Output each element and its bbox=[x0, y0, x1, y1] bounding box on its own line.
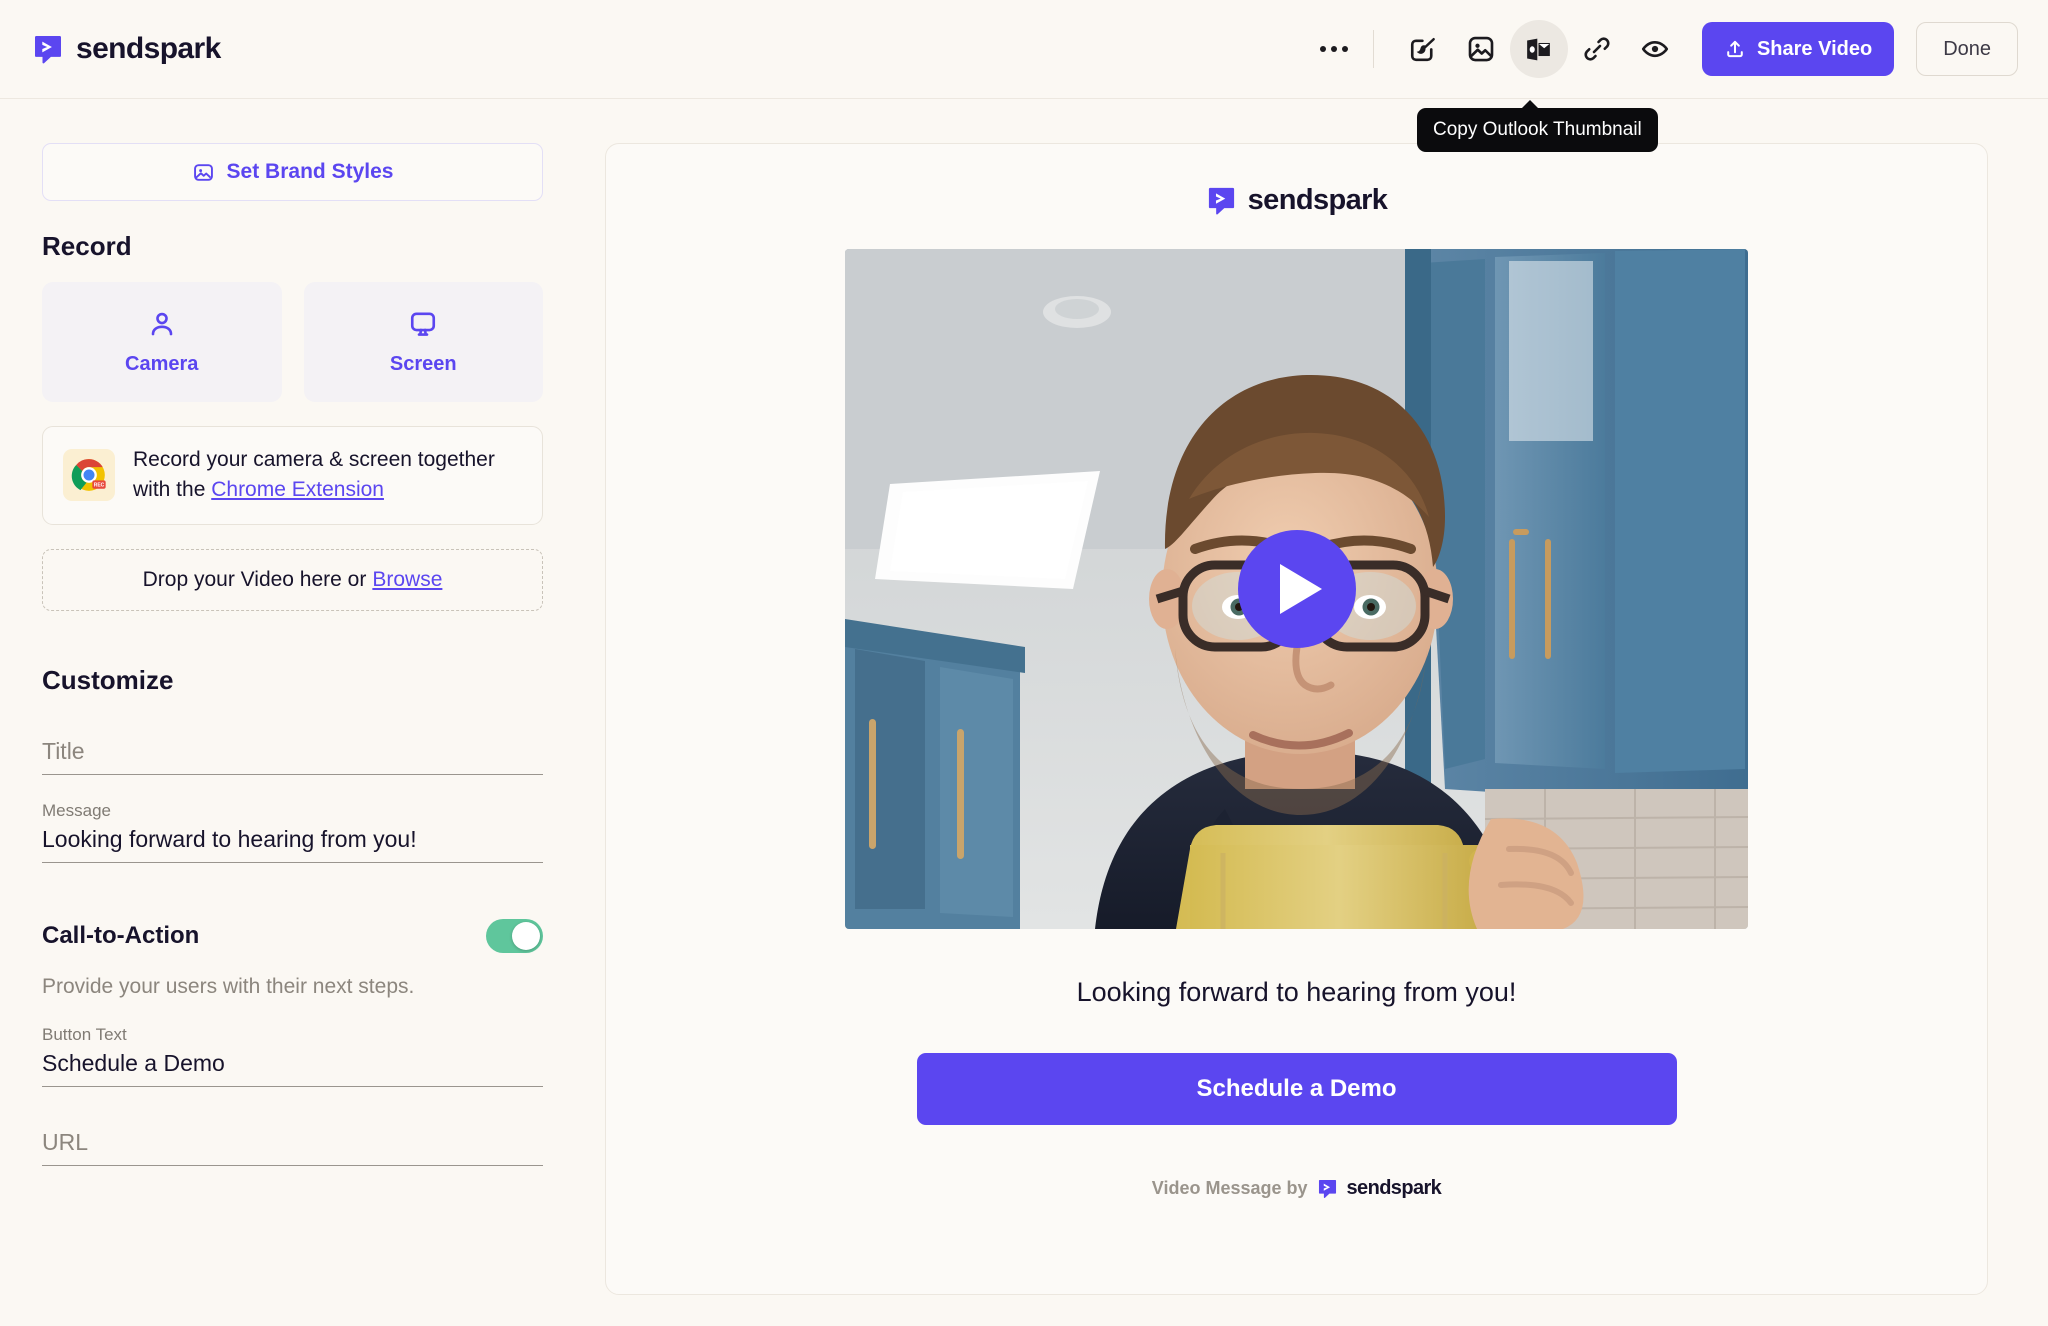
button-text-field[interactable]: Button Text Schedule a Demo bbox=[42, 1025, 543, 1087]
chrome-extension-text: Record your camera & screen together wit… bbox=[133, 445, 522, 506]
preview-card: sendspark bbox=[605, 143, 1988, 1295]
title-placeholder: Title bbox=[42, 738, 85, 764]
monitor-icon bbox=[408, 309, 438, 339]
call-to-action-title: Call-to-Action bbox=[42, 922, 199, 950]
url-placeholder: URL bbox=[42, 1129, 88, 1155]
image-icon bbox=[192, 161, 215, 184]
preview-footer-brand: sendspark bbox=[1347, 1177, 1442, 1200]
preview-footer: Video Message by sendspark bbox=[1152, 1177, 1441, 1200]
record-camera-label: Camera bbox=[125, 353, 198, 376]
call-to-action-header: Call-to-Action bbox=[42, 919, 543, 953]
share-video-button[interactable]: Share Video bbox=[1702, 22, 1894, 76]
thumbnail-button[interactable] bbox=[1452, 20, 1510, 78]
copy-outlook-thumbnail-button[interactable] bbox=[1510, 20, 1568, 78]
top-bar: sendspark bbox=[0, 0, 2048, 99]
app-root: sendspark bbox=[0, 0, 2048, 1326]
message-field[interactable]: Message Looking forward to hearing from … bbox=[42, 801, 543, 863]
brush-edit-icon bbox=[1408, 34, 1438, 64]
set-brand-styles-button[interactable]: Set Brand Styles bbox=[42, 143, 543, 201]
person-icon bbox=[147, 309, 177, 339]
preview-button[interactable] bbox=[1626, 20, 1684, 78]
record-screen-card[interactable]: Screen bbox=[304, 282, 544, 402]
record-heading: Record bbox=[42, 231, 543, 262]
video-dropzone[interactable]: Drop your Video here or Browse bbox=[42, 549, 543, 611]
main-body: Set Brand Styles Record Camera Scre bbox=[0, 99, 2048, 1326]
svg-text:REC: REC bbox=[94, 483, 105, 489]
message-label: Message bbox=[42, 801, 543, 821]
record-screen-label: Screen bbox=[390, 353, 457, 376]
set-brand-styles-label: Set Brand Styles bbox=[227, 160, 394, 184]
preview-message: Looking forward to hearing from you! bbox=[1077, 977, 1517, 1008]
chrome-extension-link[interactable]: Chrome Extension bbox=[211, 478, 384, 501]
button-text-value: Schedule a Demo bbox=[42, 1050, 225, 1076]
outlook-icon bbox=[1524, 35, 1553, 64]
call-to-action-toggle[interactable] bbox=[486, 919, 543, 953]
url-field[interactable]: URL bbox=[42, 1129, 543, 1166]
share-video-label: Share Video bbox=[1757, 38, 1872, 61]
toolbar-divider bbox=[1373, 30, 1374, 68]
preview-footer-text: Video Message by bbox=[1152, 1178, 1308, 1199]
ellipsis-icon bbox=[1320, 46, 1348, 52]
preview-brand-name: sendspark bbox=[1248, 184, 1388, 217]
editor-sidebar: Set Brand Styles Record Camera Scre bbox=[0, 99, 585, 1326]
chrome-extension-card[interactable]: REC Record your camera & screen together… bbox=[42, 426, 543, 525]
sendspark-logo-icon bbox=[1206, 185, 1237, 216]
preview-cta-button[interactable]: Schedule a Demo bbox=[917, 1053, 1677, 1125]
top-bar-actions: Share Video Done bbox=[1309, 20, 2018, 78]
link-icon bbox=[1582, 34, 1612, 64]
brand-name: sendspark bbox=[76, 32, 221, 66]
app-brand: sendspark bbox=[32, 32, 221, 66]
chrome-logo-icon: REC bbox=[69, 455, 109, 495]
edit-video-button[interactable] bbox=[1394, 20, 1452, 78]
record-camera-card[interactable]: Camera bbox=[42, 282, 282, 402]
toggle-knob bbox=[512, 922, 540, 950]
preview-brand: sendspark bbox=[1206, 184, 1388, 217]
image-thumbnail-icon bbox=[1466, 34, 1496, 64]
play-icon bbox=[1280, 564, 1322, 614]
customize-heading: Customize bbox=[42, 665, 543, 696]
play-button[interactable] bbox=[1238, 530, 1356, 648]
upload-icon bbox=[1724, 38, 1746, 60]
tooltip-text: Copy Outlook Thumbnail bbox=[1433, 119, 1642, 140]
title-field[interactable]: Title bbox=[42, 738, 543, 775]
call-to-action-description: Provide your users with their next steps… bbox=[42, 975, 543, 999]
outlook-tooltip: Copy Outlook Thumbnail bbox=[1417, 108, 1658, 152]
dropzone-browse-link[interactable]: Browse bbox=[372, 568, 442, 592]
dropzone-text: Drop your Video here or bbox=[143, 568, 367, 592]
done-button[interactable]: Done bbox=[1916, 22, 2018, 76]
chrome-rec-icon: REC bbox=[63, 449, 115, 501]
video-thumbnail[interactable] bbox=[845, 249, 1748, 929]
sendspark-logo-icon bbox=[1317, 1178, 1338, 1199]
sendspark-logo-icon bbox=[32, 33, 64, 65]
message-value: Looking forward to hearing from you! bbox=[42, 826, 417, 852]
button-text-label: Button Text bbox=[42, 1025, 543, 1045]
copy-link-button[interactable] bbox=[1568, 20, 1626, 78]
more-options-button[interactable] bbox=[1309, 20, 1359, 78]
preview-panel: sendspark bbox=[585, 99, 2048, 1326]
record-options: Camera Screen bbox=[42, 282, 543, 402]
eye-icon bbox=[1640, 34, 1670, 64]
